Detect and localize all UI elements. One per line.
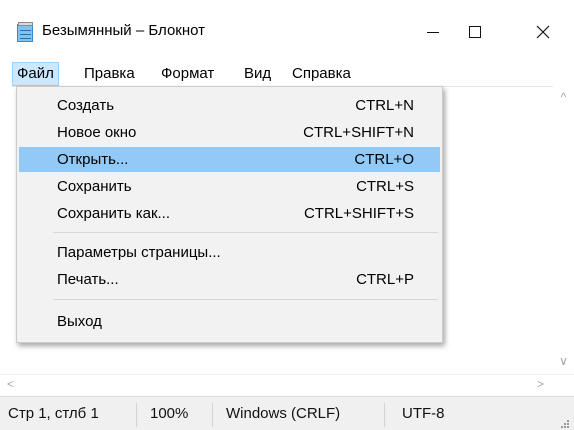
status-line-endings: Windows (CRLF)	[226, 405, 341, 422]
status-divider	[136, 403, 137, 427]
status-divider	[384, 403, 385, 427]
scroll-down-icon[interactable]: ∨	[553, 354, 574, 368]
close-button[interactable]	[520, 14, 566, 50]
menu-item-label: Параметры страницы...	[57, 244, 221, 261]
resize-grip-icon[interactable]	[560, 418, 570, 428]
file-menu-dropdown: Создать CTRL+N Новое окно CTRL+SHIFT+N О…	[16, 86, 443, 343]
menu-item-new[interactable]: Создать CTRL+N	[19, 93, 440, 118]
menu-item-label: Создать	[57, 97, 115, 114]
close-icon	[536, 25, 550, 39]
menu-edit[interactable]: Правка	[80, 62, 139, 86]
menu-item-print[interactable]: Печать... CTRL+P	[19, 267, 440, 292]
menu-item-shortcut: CTRL+SHIFT+S	[303, 205, 414, 222]
minimize-button[interactable]	[410, 14, 456, 50]
maximize-icon	[469, 26, 481, 38]
menu-separator	[53, 299, 438, 300]
menu-item-label: Печать...	[57, 271, 119, 288]
horizontal-scrollbar[interactable]: < >	[0, 374, 574, 396]
menu-item-label: Новое окно	[57, 124, 137, 141]
menu-item-open[interactable]: Открыть... CTRL+O	[19, 147, 440, 172]
menu-item-shortcut: CTRL+SHIFT+N	[303, 124, 414, 141]
menu-item-shortcut: CTRL+O	[354, 151, 414, 168]
vertical-scrollbar[interactable]: ^ ∨	[553, 86, 574, 374]
menu-separator	[53, 232, 438, 233]
window-title: Безымянный – Блокнот	[42, 22, 206, 39]
menu-file[interactable]: Файл	[12, 62, 59, 86]
menu-item-label: Сохранить как...	[57, 205, 171, 222]
status-position: Стр 1, стлб 1	[8, 405, 99, 422]
menu-item-label: Выход	[57, 313, 102, 330]
status-bar: Стр 1, стлб 1 100% Windows (CRLF) UTF-8	[0, 396, 574, 430]
scroll-left-icon[interactable]: <	[0, 377, 21, 391]
notepad-icon	[17, 22, 35, 42]
menu-item-shortcut: CTRL+N	[355, 97, 414, 114]
menu-item-label: Открыть...	[57, 151, 129, 168]
menu-help[interactable]: Справка	[288, 62, 355, 86]
menu-item-label: Сохранить	[57, 178, 132, 195]
menu-item-page-setup[interactable]: Параметры страницы...	[19, 240, 440, 265]
menu-format[interactable]: Формат	[157, 62, 218, 86]
scroll-up-icon[interactable]: ^	[553, 90, 574, 104]
menu-item-shortcut: CTRL+P	[356, 271, 414, 288]
menu-item-save[interactable]: Сохранить CTRL+S	[19, 174, 440, 199]
menu-view[interactable]: Вид	[240, 62, 275, 86]
maximize-button[interactable]	[452, 14, 498, 50]
minimize-icon	[427, 31, 439, 33]
menu-item-new-window[interactable]: Новое окно CTRL+SHIFT+N	[19, 120, 440, 145]
scroll-right-icon[interactable]: >	[530, 377, 551, 391]
status-encoding: UTF-8	[402, 405, 445, 422]
menu-bar: Файл Правка Формат Вид Справка	[0, 60, 574, 86]
status-divider	[212, 403, 213, 427]
menu-item-exit[interactable]: Выход	[19, 309, 440, 334]
menu-item-save-as[interactable]: Сохранить как... CTRL+SHIFT+S	[19, 201, 440, 226]
status-zoom: 100%	[150, 405, 189, 422]
menu-item-shortcut: CTRL+S	[356, 178, 414, 195]
title-bar[interactable]: Безымянный – Блокнот	[0, 0, 574, 60]
